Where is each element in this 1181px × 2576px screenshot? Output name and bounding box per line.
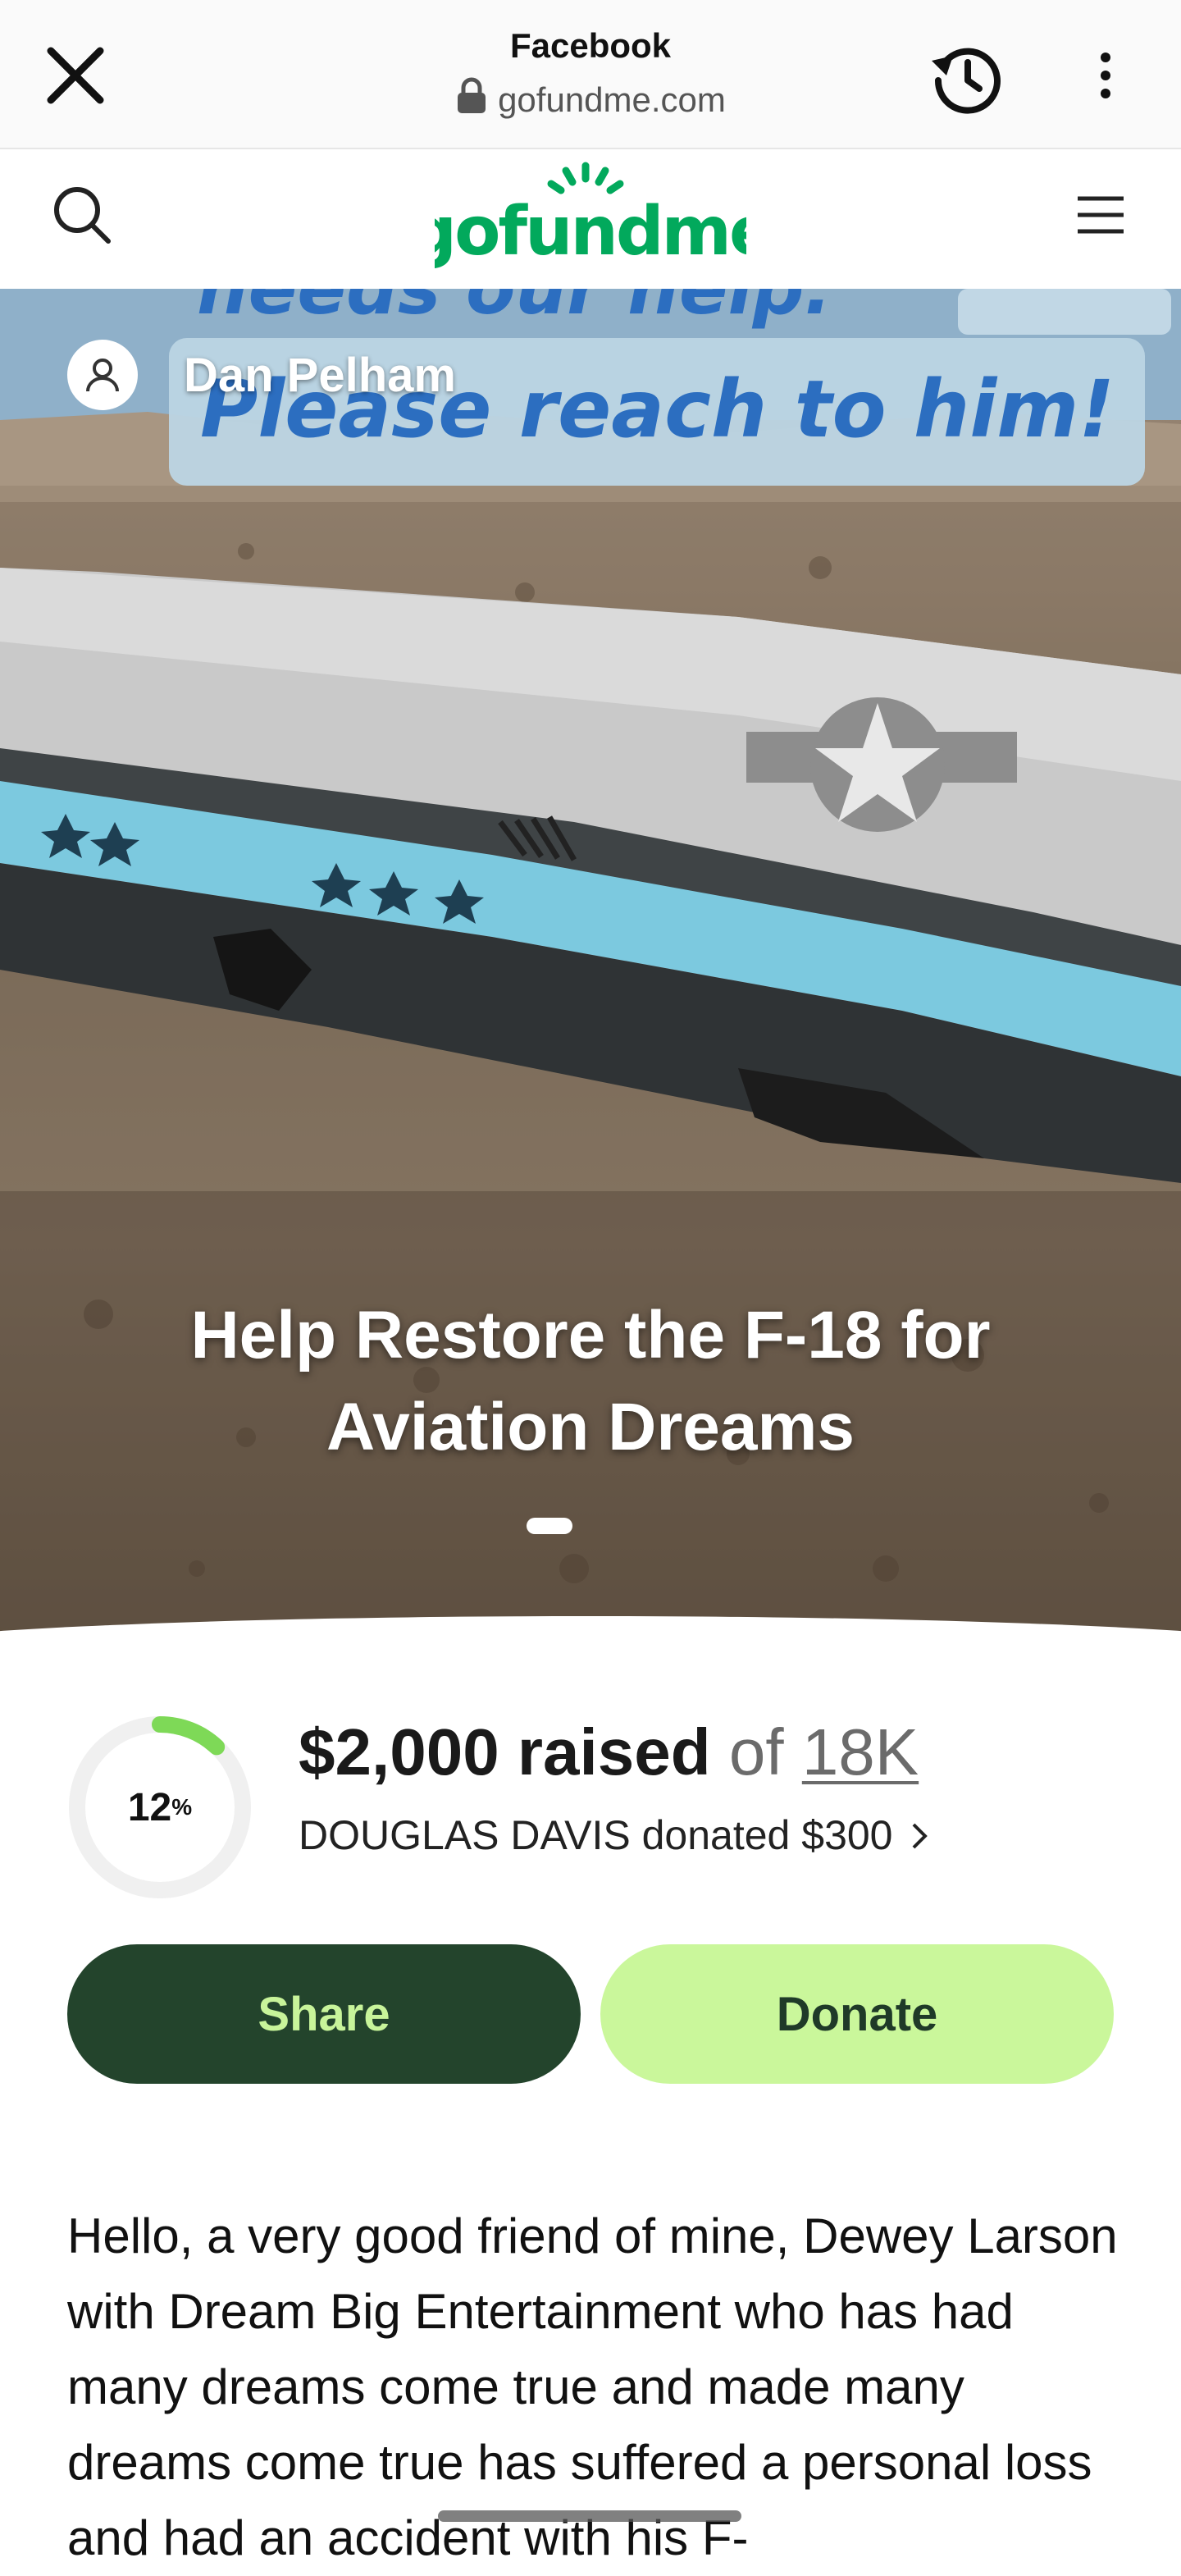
raised-amount: $2,000 raised bbox=[299, 1715, 711, 1788]
search-button[interactable] bbox=[49, 182, 115, 248]
campaign-hero-image[interactable]: needs our help. Please reach to him! bbox=[0, 289, 1181, 1651]
amount-raised: $2,000 raised of 18K bbox=[299, 1715, 919, 1790]
progress-percent: 12% bbox=[127, 1785, 193, 1829]
of-text: of bbox=[728, 1715, 784, 1788]
browser-toolbar: Facebook gofundme.com bbox=[0, 0, 1181, 149]
svg-text:gofundme: gofundme bbox=[435, 193, 746, 271]
more-vertical-icon bbox=[1101, 53, 1110, 98]
recent-donation-link[interactable]: DOUGLAS DAVIS donated $300 bbox=[299, 1811, 932, 1859]
campaign-title: Help Restore the F-18 for Aviation Dream… bbox=[190, 1298, 991, 1464]
carousel-indicator[interactable] bbox=[527, 1518, 572, 1534]
hamburger-menu-icon bbox=[1078, 196, 1124, 234]
gofundme-logo[interactable]: gofundme bbox=[408, 158, 775, 281]
recent-donation-text: DOUGLAS DAVIS donated $300 bbox=[299, 1812, 893, 1858]
lock-icon bbox=[455, 77, 488, 123]
url-text: gofundme.com bbox=[498, 80, 726, 119]
site-header: gofundme bbox=[0, 149, 1181, 289]
donate-button[interactable]: Donate bbox=[600, 1944, 1114, 2084]
organizer-name: Dan Pelham bbox=[184, 348, 456, 402]
history-icon bbox=[932, 48, 1001, 114]
svg-text:needs our help.: needs our help. bbox=[197, 289, 832, 331]
user-avatar-icon bbox=[67, 340, 138, 410]
search-icon bbox=[54, 187, 111, 244]
goal-amount[interactable]: 18K bbox=[802, 1715, 919, 1788]
history-button[interactable] bbox=[927, 38, 1009, 120]
organizer-info[interactable]: Dan Pelham bbox=[67, 338, 456, 412]
more-options-button[interactable] bbox=[1083, 46, 1129, 105]
menu-button[interactable] bbox=[1066, 182, 1132, 248]
chevron-right-icon bbox=[912, 1823, 928, 1849]
share-button[interactable]: Share bbox=[67, 1944, 581, 2084]
home-indicator[interactable] bbox=[438, 2510, 741, 2522]
